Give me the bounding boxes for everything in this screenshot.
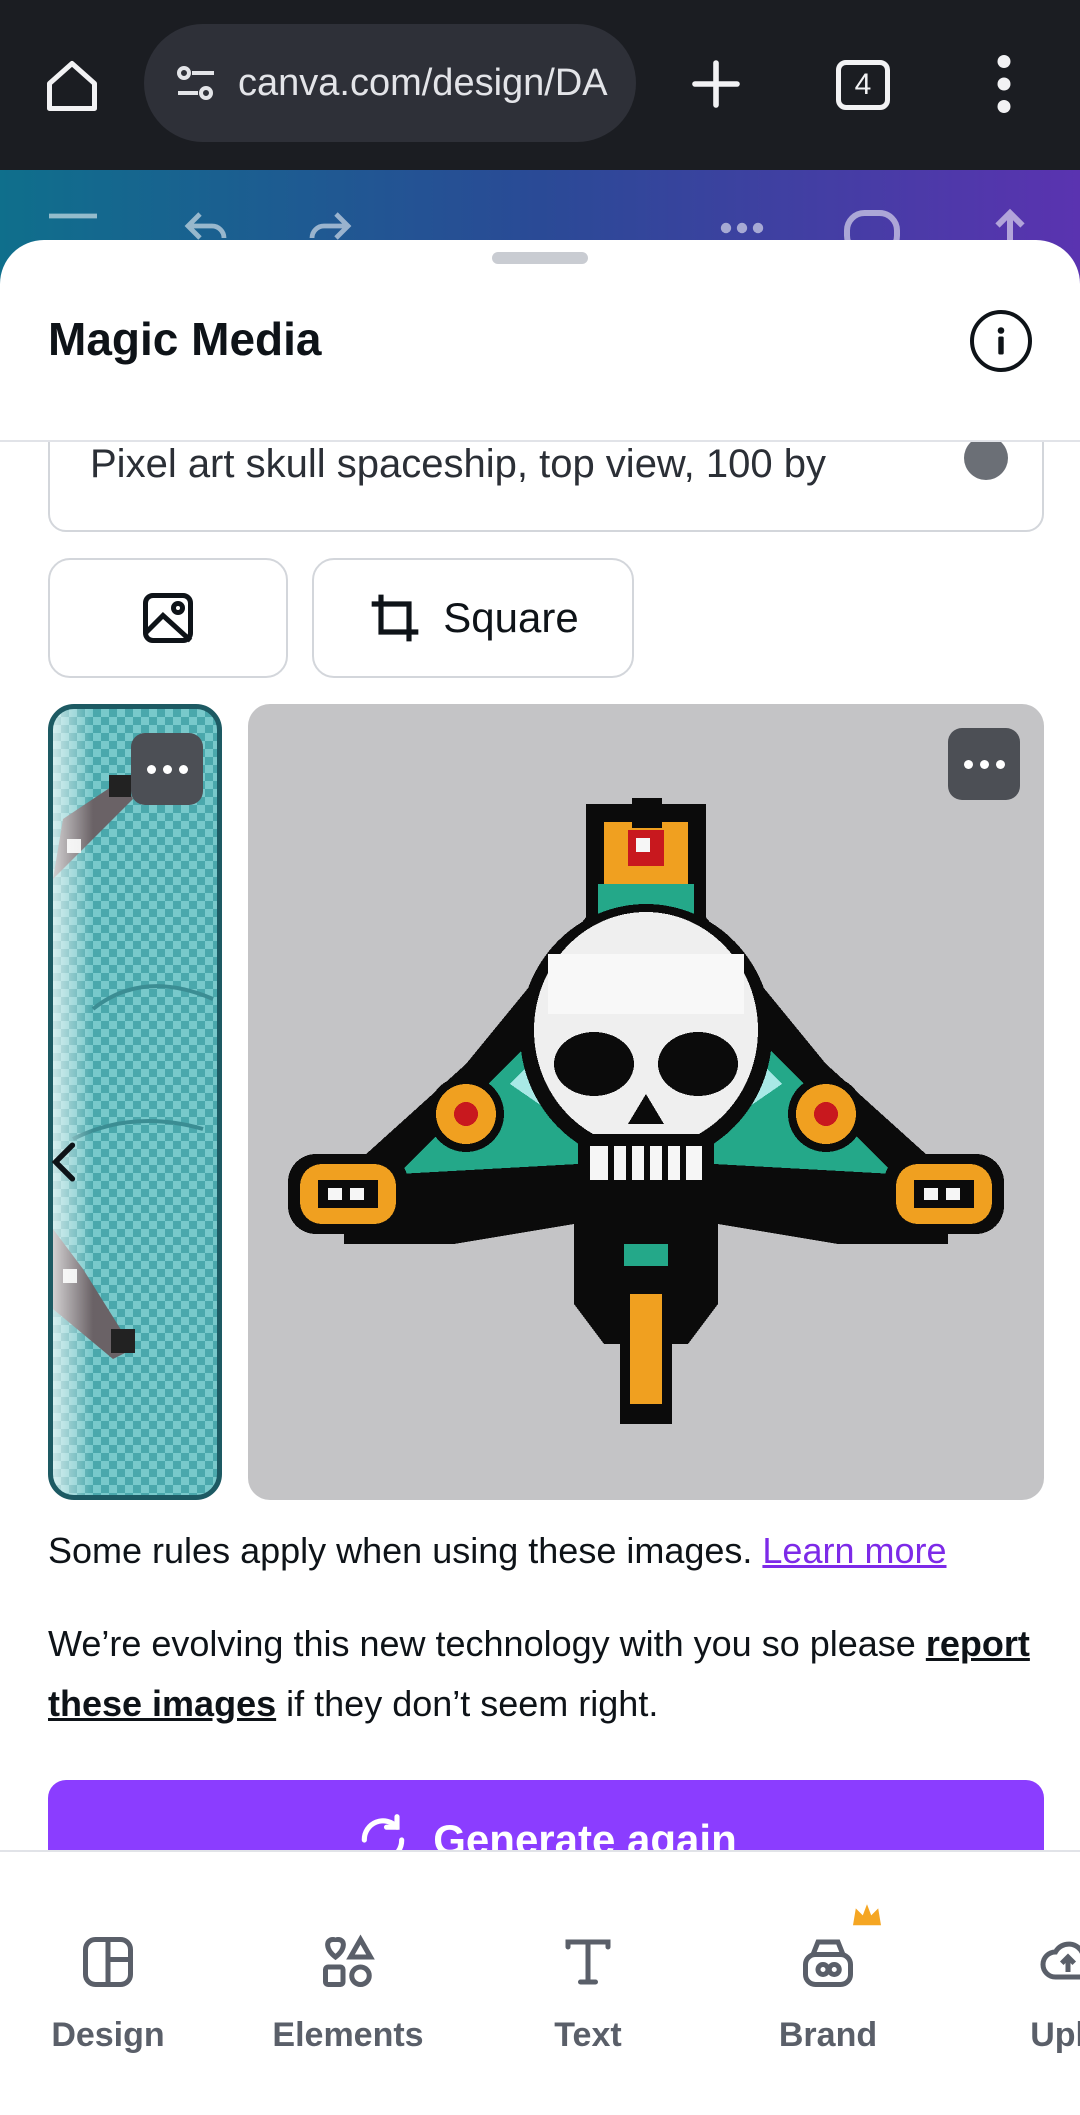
- rules-notice: Some rules apply when using these images…: [48, 1530, 947, 1572]
- tab-label: Brand: [778, 2016, 878, 2054]
- sheet-title: Magic Media: [48, 313, 322, 365]
- feedback-notice: We’re evolving this new technology with …: [48, 1614, 1048, 1734]
- learn-more-link[interactable]: Learn more: [762, 1530, 946, 1571]
- tab-label: Elements: [272, 2016, 424, 2054]
- home-icon[interactable]: [36, 50, 108, 122]
- site-settings-icon[interactable]: [168, 55, 224, 111]
- browser-toolbar: canva.com/design/DA 4: [0, 0, 1080, 170]
- tab-text[interactable]: Text: [488, 1922, 688, 2055]
- aspect-ratio-button[interactable]: Square: [312, 558, 634, 678]
- generated-image-thumbnail-previous[interactable]: [48, 704, 222, 1500]
- upload-cloud-icon: [1038, 1922, 1080, 2002]
- chevron-left-icon[interactable]: [44, 1132, 84, 1192]
- clear-prompt-icon[interactable]: [964, 442, 1008, 480]
- info-icon[interactable]: [970, 310, 1032, 372]
- image-icon: [143, 593, 193, 643]
- address-bar[interactable]: canva.com/design/DA: [144, 24, 636, 142]
- carousel-fade: [53, 709, 93, 1495]
- text-t-icon: [558, 1922, 618, 2002]
- bottom-tab-bar: Design Elements Text Brand Uplo: [0, 1850, 1080, 2115]
- prompt-text: Pixel art skull spaceship, top view, 100…: [90, 442, 826, 486]
- tab-switcher-button[interactable]: 4: [836, 60, 890, 110]
- tab-brand[interactable]: Brand: [728, 1904, 928, 2055]
- generate-again-button[interactable]: Generate again: [48, 1780, 1044, 1852]
- aspect-ratio-label: Square: [443, 594, 579, 641]
- feedback-prefix: We’re evolving this new technology with …: [48, 1623, 916, 1664]
- refresh-icon: [362, 1814, 405, 1852]
- add-reference-image-button[interactable]: [48, 558, 288, 678]
- crown-icon: [853, 1904, 881, 1926]
- brand-icon: [796, 1904, 881, 2002]
- generated-image[interactable]: [248, 704, 1044, 1500]
- shapes-icon: [318, 1922, 378, 2002]
- tab-elements[interactable]: Elements: [248, 1922, 448, 2055]
- rules-text: Some rules apply when using these images…: [48, 1530, 753, 1571]
- tab-label: Uplo: [1030, 2016, 1080, 2054]
- design-layout-icon: [78, 1922, 138, 2002]
- url-text: canva.com/design/DA: [238, 61, 608, 104]
- generate-again-label: Generate again: [433, 1816, 737, 1852]
- tab-label: Design: [51, 2016, 165, 2054]
- drag-handle[interactable]: [492, 252, 588, 264]
- new-tab-icon[interactable]: [680, 48, 752, 120]
- more-vert-icon[interactable]: [984, 48, 1024, 120]
- tab-uploads[interactable]: Uplo: [968, 1922, 1080, 2055]
- tab-label: Text: [554, 2016, 622, 2054]
- magic-media-sheet: Magic Media Pixel art skull spaceship, t…: [0, 240, 1080, 1852]
- crop-icon: [371, 594, 419, 642]
- prompt-input[interactable]: Pixel art skull spaceship, top view, 100…: [48, 442, 1044, 532]
- image-more-options-button[interactable]: [948, 728, 1020, 800]
- image-more-options-button[interactable]: [131, 733, 203, 805]
- tab-design[interactable]: Design: [8, 1922, 208, 2055]
- feedback-suffix: if they don’t seem right.: [286, 1683, 659, 1724]
- sheet-content: Pixel art skull spaceship, top view, 100…: [0, 442, 1080, 1852]
